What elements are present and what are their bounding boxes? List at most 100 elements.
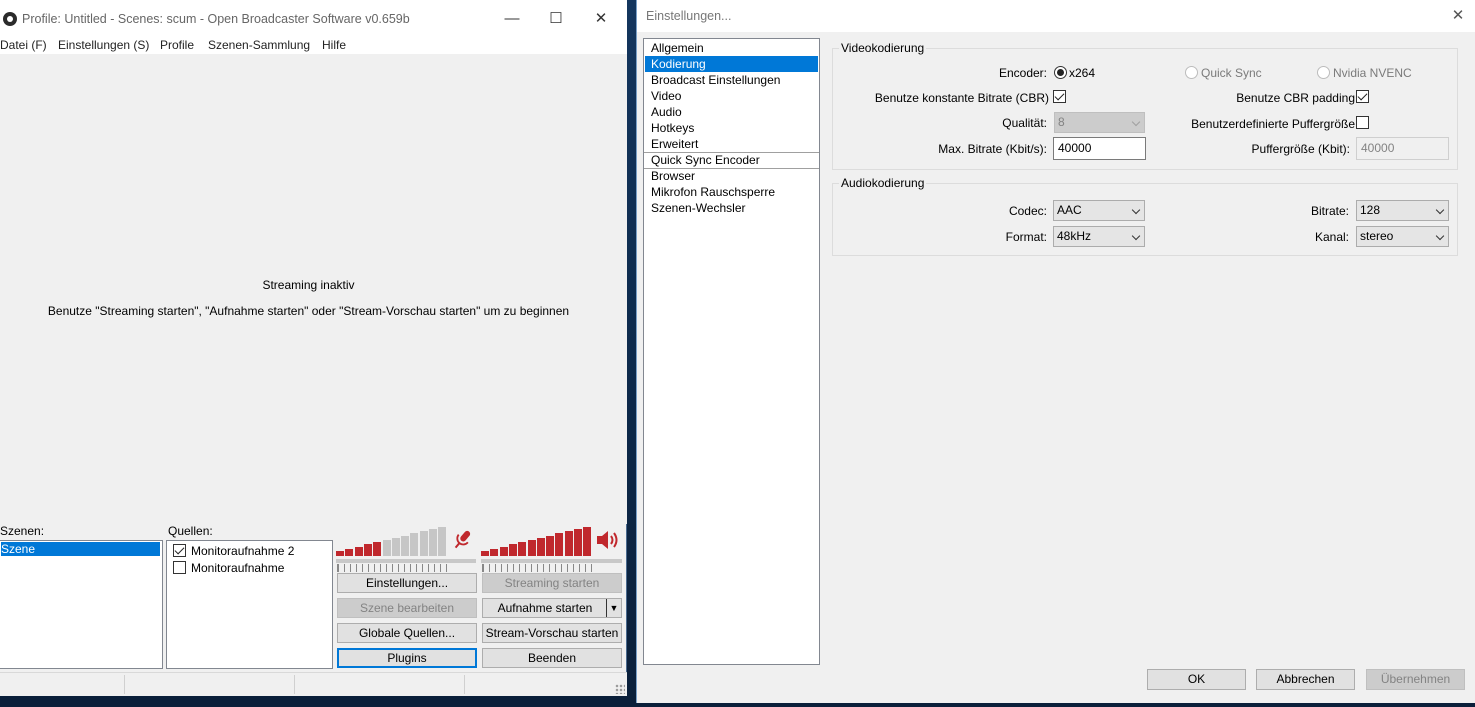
microphone-level-bar xyxy=(373,542,382,556)
minimize-button[interactable]: — xyxy=(497,8,527,30)
edit-scene-button[interactable]: Szene bearbeiten xyxy=(337,598,477,618)
recording-dropdown-arrow-icon[interactable]: ▼ xyxy=(606,599,621,617)
nav-item-audio[interactable]: Audio xyxy=(645,104,818,120)
quality-label: Qualität: xyxy=(1002,116,1047,130)
microphone-icon[interactable] xyxy=(450,528,474,552)
encoder-quick-sync-radio[interactable] xyxy=(1185,66,1198,79)
source-visibility-checkbox[interactable] xyxy=(173,561,186,574)
maximize-button[interactable]: ☐ xyxy=(541,8,571,30)
format-label: Format: xyxy=(1005,230,1047,244)
desktop-volume-slider[interactable] xyxy=(481,559,622,563)
ok-button[interactable]: OK xyxy=(1147,669,1246,690)
obs-main-window: Profile: Untitled - Scenes: scum - Open … xyxy=(0,0,627,696)
status-separator xyxy=(124,675,125,694)
audio-bitrate-label: Bitrate: xyxy=(1310,204,1349,218)
quality-value: 8 xyxy=(1058,115,1065,129)
microphone-volume-slider[interactable] xyxy=(336,559,476,563)
custom-buffer-checkbox[interactable] xyxy=(1356,116,1369,129)
settings-dialog: Einstellungen... ✕ Allgemein Kodierung B… xyxy=(636,0,1475,703)
source-visibility-checkbox[interactable] xyxy=(173,544,186,557)
source-item[interactable]: Monitoraufnahme 2 xyxy=(173,543,294,559)
nav-item-encoding[interactable]: Kodierung xyxy=(645,56,818,72)
microphone-level-bar xyxy=(419,531,428,556)
format-value: 48kHz xyxy=(1057,229,1092,243)
menu-bar: Datei (F) Einstellungen (S) Profile Szen… xyxy=(0,38,627,54)
encoder-x264-radio[interactable] xyxy=(1054,66,1067,79)
codec-label: Codec: xyxy=(1008,204,1047,218)
menu-help[interactable]: Hilfe xyxy=(322,38,346,52)
channel-value: stereo xyxy=(1360,229,1394,243)
microphone-level-bar xyxy=(429,529,437,556)
settings-nav-list[interactable]: Allgemein Kodierung Broadcast Einstellun… xyxy=(643,38,820,665)
obs-title-bar[interactable]: Profile: Untitled - Scenes: scum - Open … xyxy=(0,0,627,38)
desktop-level-bar xyxy=(564,531,573,556)
chevron-down-icon xyxy=(1131,205,1141,215)
nav-item-hotkeys[interactable]: Hotkeys xyxy=(645,120,818,136)
menu-file[interactable]: Datei (F) xyxy=(0,38,47,52)
codec-select[interactable]: AAC xyxy=(1053,200,1145,221)
speaker-icon[interactable] xyxy=(595,528,619,552)
chevron-down-icon xyxy=(1131,231,1141,241)
microphone-level-bar xyxy=(401,535,410,556)
channel-select[interactable]: stereo xyxy=(1356,226,1449,247)
max-bitrate-label: Max. Bitrate (Kbit/s): xyxy=(938,142,1047,156)
buffer-size-input[interactable]: 40000 xyxy=(1356,137,1449,160)
audio-bitrate-select[interactable]: 128 xyxy=(1356,200,1449,221)
cancel-button[interactable]: Abbrechen xyxy=(1256,669,1355,690)
sources-label: Quellen: xyxy=(168,524,213,538)
nav-item-noise-gate[interactable]: Mikrofon Rauschsperre xyxy=(645,184,818,200)
encoder-label: Encoder: xyxy=(998,66,1047,80)
cbr-checkbox[interactable] xyxy=(1053,90,1066,103)
source-item[interactable]: Monitoraufnahme xyxy=(173,560,284,576)
desktop-level-bar xyxy=(574,529,582,556)
microphone-level-bar xyxy=(438,526,447,556)
menu-profiles[interactable]: Profile xyxy=(160,38,194,52)
chevron-down-icon xyxy=(1435,231,1445,241)
codec-value: AAC xyxy=(1057,203,1082,217)
microphone-level-bar xyxy=(336,551,344,556)
encoder-quick-sync-label: Quick Sync xyxy=(1201,66,1262,80)
encoder-x264-label: x264 xyxy=(1069,66,1096,80)
cbr-padding-checkbox[interactable] xyxy=(1356,90,1369,103)
streaming-status: Streaming inaktiv xyxy=(262,278,355,292)
start-preview-button[interactable]: Stream-Vorschau starten xyxy=(482,623,622,643)
microphone-level-bar xyxy=(363,544,372,556)
nav-item-general[interactable]: Allgemein xyxy=(645,40,818,56)
desktop-level-bar xyxy=(555,533,564,556)
sources-list[interactable]: Monitoraufnahme 2 Monitoraufnahme xyxy=(166,540,333,669)
max-bitrate-input[interactable]: 40000 xyxy=(1053,137,1146,160)
nav-item-advanced[interactable]: Erweitert xyxy=(645,136,818,152)
apply-button[interactable]: Übernehmen xyxy=(1366,669,1465,690)
nav-item-video[interactable]: Video xyxy=(645,88,818,104)
format-select[interactable]: 48kHz xyxy=(1053,226,1145,247)
nav-item-browser[interactable]: Browser xyxy=(645,168,818,184)
quality-select[interactable]: 8 xyxy=(1054,112,1145,133)
exit-button[interactable]: Beenden xyxy=(482,648,622,668)
microphone-level-bar xyxy=(345,548,354,556)
settings-close-button[interactable]: ✕ xyxy=(1448,6,1468,26)
source-name: Monitoraufnahme xyxy=(191,561,285,575)
desktop-scale xyxy=(482,564,592,572)
scene-item[interactable]: Szene xyxy=(1,542,160,556)
nav-item-broadcast[interactable]: Broadcast Einstellungen xyxy=(645,72,818,88)
start-recording-button[interactable]: Aufnahme starten ▼ xyxy=(482,598,622,618)
start-streaming-button[interactable]: Streaming starten xyxy=(482,573,622,593)
desktop-level-bar xyxy=(508,544,517,556)
settings-button[interactable]: Einstellungen... xyxy=(337,573,477,593)
scenes-list[interactable]: Szene xyxy=(0,540,163,669)
settings-title-bar[interactable]: Einstellungen... ✕ xyxy=(637,0,1475,32)
desktop-level-bar xyxy=(536,537,545,556)
nav-item-quick-sync[interactable]: Quick Sync Encoder xyxy=(645,152,818,168)
menu-scene-collection[interactable]: Szenen-Sammlung xyxy=(208,38,310,52)
plugins-button[interactable]: Plugins xyxy=(337,648,477,668)
close-button[interactable]: ✕ xyxy=(586,8,616,30)
audio-encoding-title: Audiokodierung xyxy=(839,176,927,190)
desktop-level-bar xyxy=(527,540,536,556)
menu-settings[interactable]: Einstellungen (S) xyxy=(58,38,149,52)
chevron-down-icon xyxy=(1131,117,1141,127)
encoder-nvenc-radio[interactable] xyxy=(1317,66,1330,79)
nav-item-scene-switcher[interactable]: Szenen-Wechsler xyxy=(645,200,818,216)
resize-grip-icon[interactable] xyxy=(615,684,625,694)
custom-buffer-label: Benutzerdefinierte Puffergröße xyxy=(1191,117,1355,131)
global-sources-button[interactable]: Globale Quellen... xyxy=(337,623,477,643)
